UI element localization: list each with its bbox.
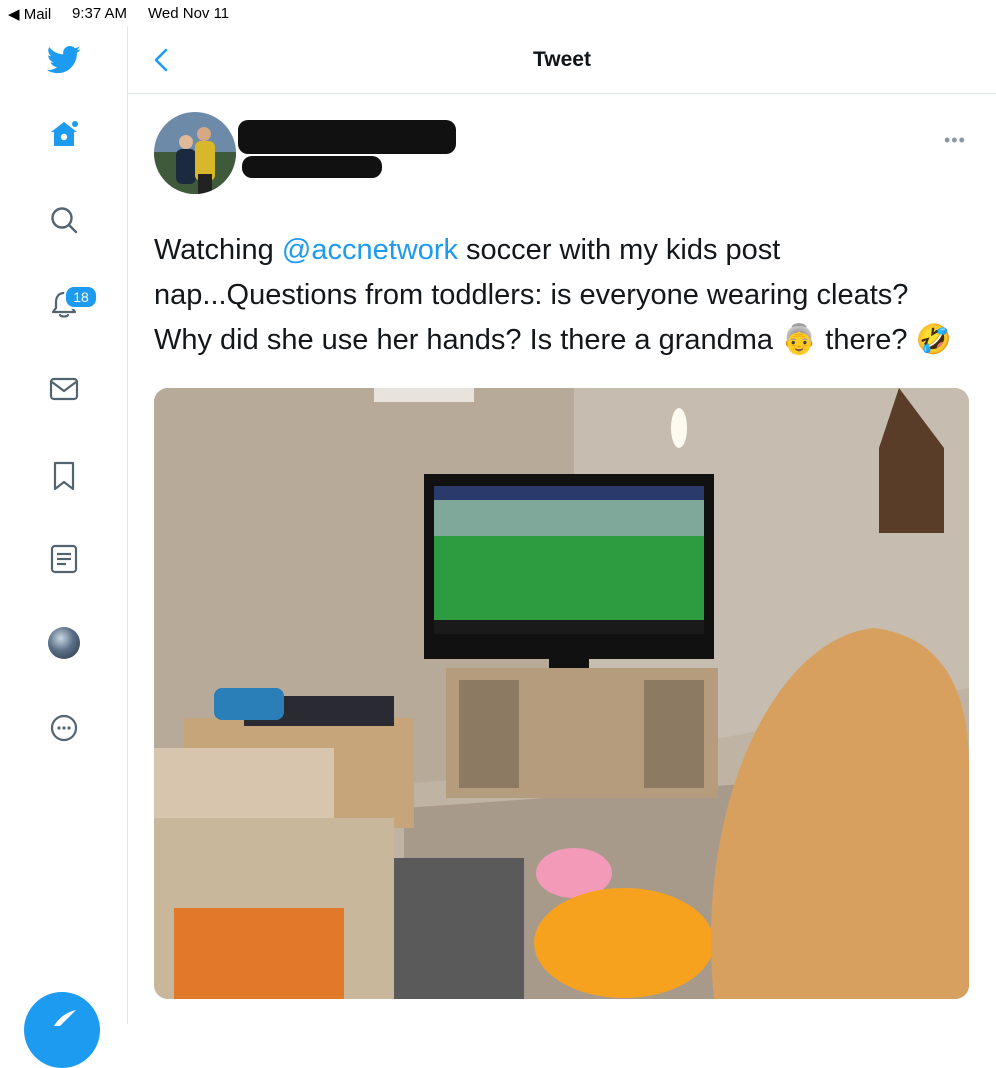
mention-link[interactable]: @accnetwork [282, 234, 458, 266]
tweet-text: Watching @accnetwork soccer with my kids… [154, 228, 974, 363]
feather-icon [54, 1010, 76, 1026]
status-bar: ◀ Mail 9:37 AM Wed Nov 11 [0, 0, 996, 26]
avatar[interactable] [46, 625, 82, 661]
tweet-more-button[interactable]: ••• [944, 130, 966, 151]
more-circle-icon[interactable] [46, 710, 82, 746]
sidebar: 18 [0, 26, 128, 1068]
twitter-logo-icon[interactable] [46, 42, 82, 78]
list-icon[interactable] [46, 541, 82, 577]
photo-living-room-tv [154, 388, 969, 999]
compose-tweet-button[interactable] [24, 992, 100, 1068]
search-icon[interactable] [46, 202, 82, 238]
author-avatar[interactable] [154, 112, 236, 194]
author-photo [154, 112, 236, 194]
home-icon[interactable] [46, 116, 82, 152]
notifications-badge: 18 [64, 285, 98, 309]
status-time: 9:37 AM [72, 5, 128, 22]
tweet-text-part3: there? [817, 324, 916, 356]
tweet-photo[interactable] [154, 388, 969, 999]
status-date: Wed Nov 11 [148, 5, 230, 22]
laughing-emoji: 🤣 [915, 324, 952, 356]
tweet-text-part1: Watching [154, 234, 282, 266]
page-title: Tweet [533, 48, 591, 71]
back-to-mail-link[interactable]: ◀ Mail [8, 5, 51, 23]
redacted-username [242, 156, 382, 178]
grandma-emoji: 👵 [781, 324, 818, 356]
page-header: Tweet [128, 26, 996, 94]
bookmark-icon[interactable] [46, 458, 82, 494]
envelope-icon[interactable] [46, 371, 82, 407]
redacted-display-name [238, 120, 456, 154]
